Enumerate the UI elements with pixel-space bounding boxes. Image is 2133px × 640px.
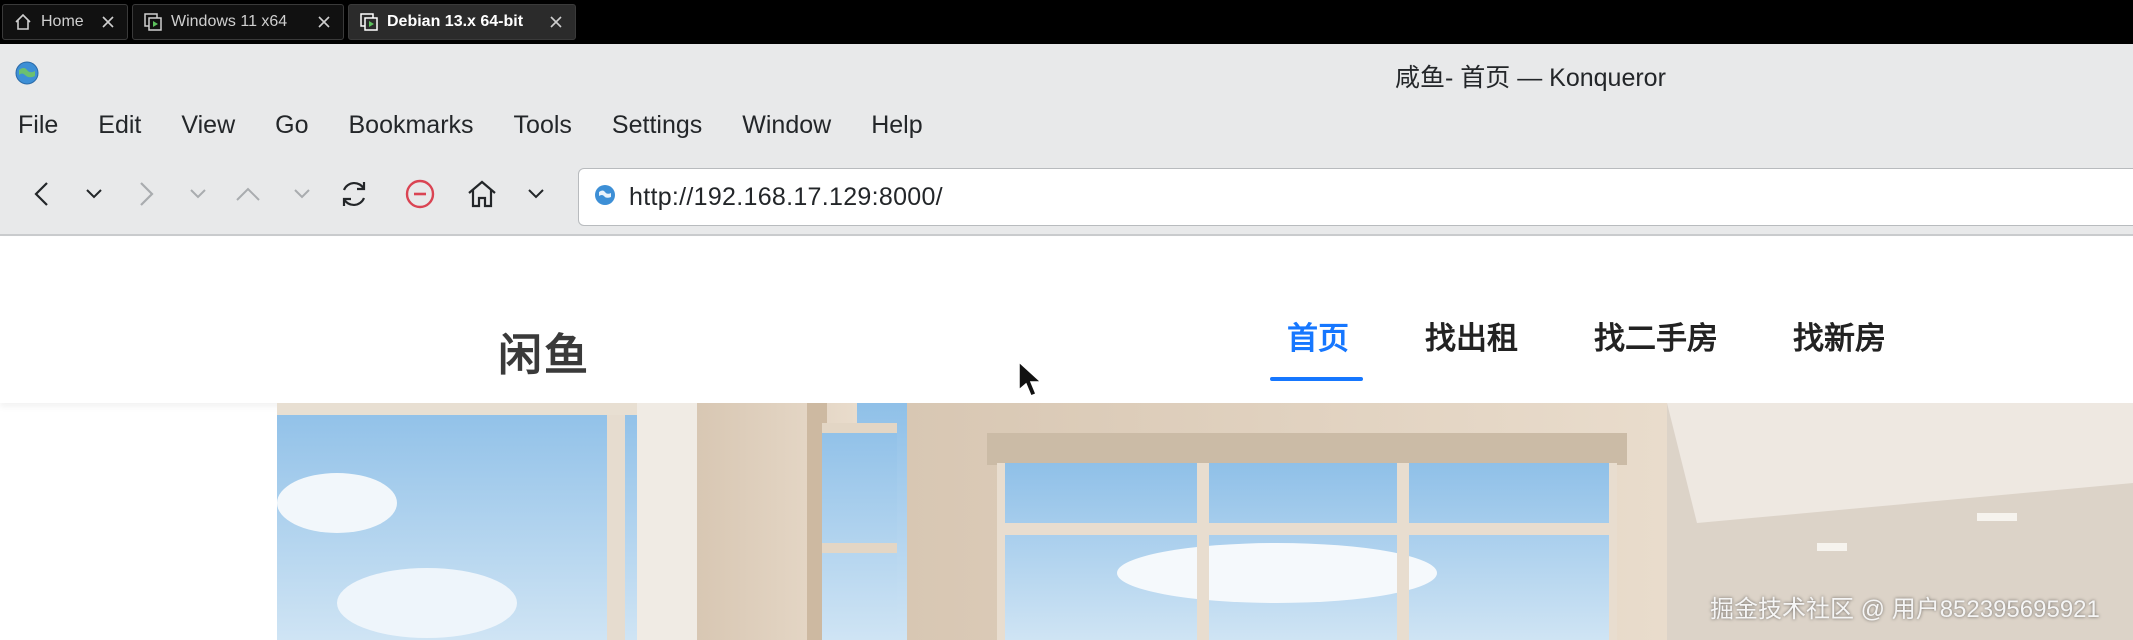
home-menu-button[interactable] [516, 174, 556, 214]
site-logo[interactable]: 闲鱼 [498, 319, 590, 383]
chevron-up-icon [236, 187, 260, 201]
chevron-down-icon [528, 189, 544, 199]
konqueror-globe-icon [14, 60, 40, 86]
home-button[interactable] [462, 174, 502, 214]
mouse-cursor-icon [1018, 360, 1043, 397]
close-icon[interactable] [315, 13, 333, 31]
menu-bookmarks[interactable]: Bookmarks [349, 111, 474, 140]
menu-settings[interactable]: Settings [612, 111, 702, 140]
close-icon[interactable] [99, 13, 117, 31]
forward-button[interactable] [126, 174, 166, 214]
menu-view[interactable]: View [181, 111, 235, 140]
vm-running-icon [359, 12, 379, 32]
stop-icon [405, 179, 435, 209]
chevron-right-icon [140, 182, 154, 206]
web-page: 闲鱼 首页 找出租 找二手房 找新房 掘金技术社区 @ 用户8523956959… [0, 237, 2133, 640]
chevron-left-icon [34, 182, 48, 206]
url-bar[interactable]: http://192.168.17.129:8000/ [578, 168, 2133, 226]
up-button[interactable] [228, 174, 268, 214]
nav-rent[interactable]: 找出租 [1425, 313, 1518, 358]
navigation-toolbar: http://192.168.17.129:8000/ [0, 150, 2133, 236]
stop-button[interactable] [400, 174, 440, 214]
chevron-down-icon [294, 189, 310, 199]
chevron-down-icon [190, 189, 206, 199]
vm-tab-strip: Home Windows 11 x64 Debian 13.x 64-bit [0, 0, 2133, 44]
forward-history-button[interactable] [178, 174, 218, 214]
home-icon [468, 180, 496, 208]
watermark-text: 掘金技术社区 @ 用户852395695921 [1710, 596, 2100, 623]
vm-tab-debian[interactable]: Debian 13.x 64-bit [348, 4, 576, 40]
back-history-button[interactable] [74, 174, 114, 214]
close-icon[interactable] [547, 13, 565, 31]
vm-tab-home[interactable]: Home [2, 4, 128, 40]
menu-bar: File Edit View Go Bookmarks Tools Settin… [0, 100, 2133, 150]
menu-go[interactable]: Go [275, 111, 308, 140]
back-button[interactable] [22, 174, 62, 214]
nav-home[interactable]: 首页 [1287, 313, 1349, 358]
window-titlebar[interactable]: 咸鱼- 首页 — Konqueror [0, 44, 2133, 100]
vm-tab-label: Debian 13.x 64-bit [387, 13, 524, 30]
vm-tab-windows[interactable]: Windows 11 x64 [132, 4, 344, 40]
window-title: 咸鱼- 首页 — Konqueror [1395, 64, 1666, 92]
home-icon [13, 12, 33, 32]
reload-button[interactable] [334, 174, 374, 214]
globe-icon [593, 183, 617, 212]
vm-tab-label: Home [41, 13, 84, 30]
menu-edit[interactable]: Edit [98, 111, 141, 140]
nav-active-indicator [1270, 377, 1363, 381]
reload-icon [342, 181, 366, 207]
url-text[interactable]: http://192.168.17.129:8000/ [629, 183, 943, 212]
site-header: 闲鱼 首页 找出租 找二手房 找新房 [0, 237, 2133, 403]
menu-window[interactable]: Window [742, 111, 831, 140]
vm-running-icon [143, 12, 163, 32]
vm-tab-label: Windows 11 x64 [171, 13, 288, 30]
menu-file[interactable]: File [18, 111, 58, 140]
chevron-down-icon [86, 189, 102, 199]
menu-help[interactable]: Help [871, 111, 922, 140]
up-history-button[interactable] [282, 174, 322, 214]
nav-new-house[interactable]: 找新房 [1793, 313, 1886, 358]
nav-second-hand-house[interactable]: 找二手房 [1594, 313, 1718, 358]
menu-tools[interactable]: Tools [514, 111, 572, 140]
